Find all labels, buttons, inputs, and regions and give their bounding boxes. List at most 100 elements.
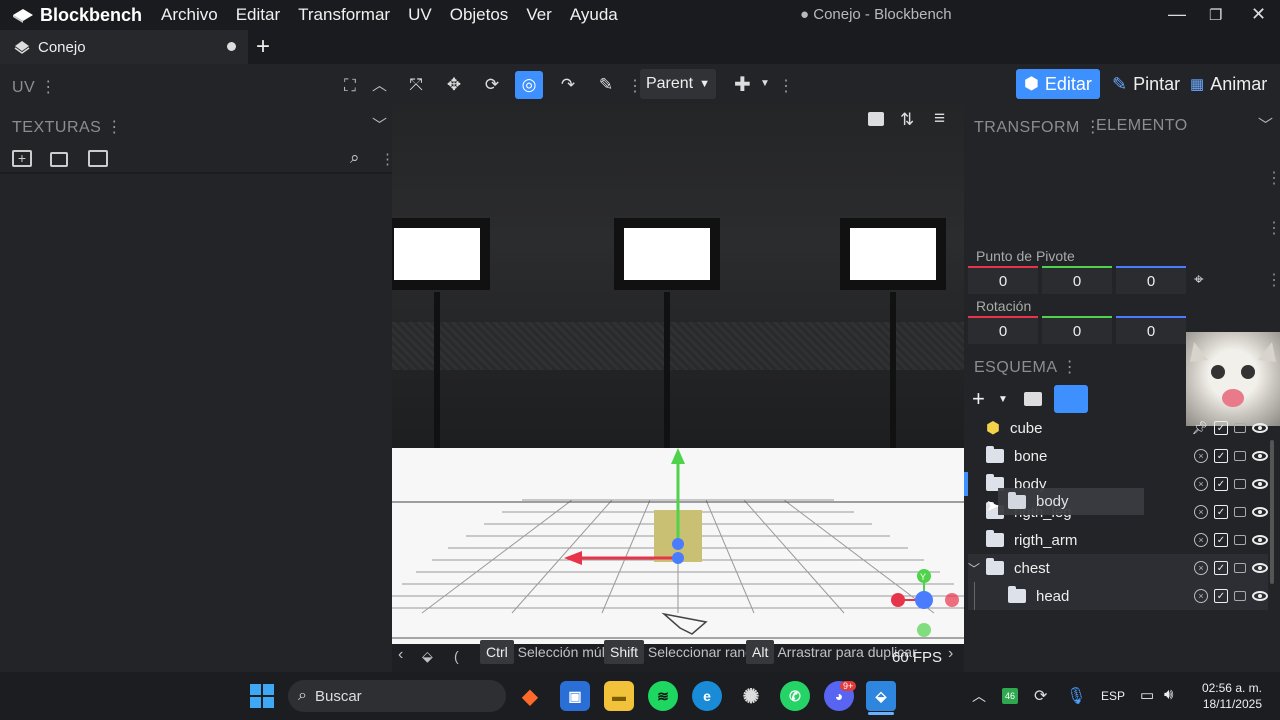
- visibility-checkbox[interactable]: ✓: [1214, 449, 1228, 463]
- mode-edit-button[interactable]: ⬢ Editar: [1016, 69, 1100, 99]
- element-panel-title[interactable]: ELEMENTO: [1096, 117, 1188, 135]
- add-group-icon[interactable]: +: [972, 386, 985, 412]
- eye-icon[interactable]: [1252, 563, 1268, 573]
- tray-overflow-icon[interactable]: ︿: [972, 686, 986, 706]
- volume-icon[interactable]: 🔊︎: [1164, 686, 1173, 703]
- whatsapp-icon[interactable]: ✆: [780, 681, 810, 711]
- chatgpt-icon[interactable]: ✺: [736, 681, 766, 711]
- export-toggle-icon[interactable]: ×: [1194, 561, 1208, 575]
- blockbench-taskbar-icon[interactable]: ⬙: [866, 681, 896, 711]
- eye-icon[interactable]: [1252, 507, 1268, 517]
- more-options-icon[interactable]: ⋮: [1266, 270, 1280, 290]
- chevron-down-icon[interactable]: ﹀: [1258, 114, 1273, 135]
- menu-ver[interactable]: Ver: [517, 5, 561, 25]
- network-icon[interactable]: ▭: [1140, 686, 1154, 704]
- toolbar-more-icon-2[interactable]: ⋮: [778, 76, 794, 96]
- add-folder-icon[interactable]: [1024, 392, 1042, 406]
- lock-icon[interactable]: [1234, 451, 1246, 461]
- visibility-checkbox[interactable]: ✓: [1214, 477, 1228, 491]
- tab-conejo[interactable]: Conejo: [0, 30, 248, 64]
- search-icon[interactable]: ⌕: [350, 148, 360, 168]
- move-tool-icon[interactable]: ✥: [440, 71, 468, 99]
- rotation-x-input[interactable]: 0: [968, 316, 1038, 344]
- mode-animate-button[interactable]: ▦ Animar: [1182, 69, 1275, 99]
- view-settings-icon[interactable]: ⇅: [900, 110, 914, 130]
- visibility-checkbox[interactable]: ✓: [1214, 421, 1228, 435]
- add-dropdown-icon[interactable]: ▼: [998, 394, 1008, 405]
- center-pivot-icon[interactable]: ⌖: [1194, 270, 1204, 290]
- minimize-button[interactable]: —: [1168, 4, 1186, 25]
- fullscreen-icon[interactable]: ⛶: [344, 76, 356, 96]
- windows-start-icon[interactable]: [250, 684, 274, 708]
- sync-tray-icon[interactable]: ⟳: [1034, 686, 1047, 706]
- new-tab-icon[interactable]: +: [256, 33, 270, 61]
- spotify-icon[interactable]: ≋: [648, 681, 678, 711]
- unsaved-dot-icon[interactable]: [227, 42, 236, 51]
- transform-space-dropdown[interactable]: Parent ▼: [640, 69, 716, 99]
- eye-icon[interactable]: [1252, 423, 1268, 433]
- export-toggle-icon[interactable]: ×: [1194, 533, 1208, 547]
- restore-button[interactable]: ❐: [1209, 6, 1222, 24]
- lock-icon[interactable]: [1234, 591, 1246, 601]
- visibility-checkbox[interactable]: ✓: [1214, 505, 1228, 519]
- eye-icon[interactable]: [1252, 591, 1268, 601]
- brave-browser-icon[interactable]: ◆: [515, 681, 545, 711]
- eye-icon[interactable]: [1252, 451, 1268, 461]
- lock-icon[interactable]: [1234, 535, 1246, 545]
- mode-paint-button[interactable]: ✎ Pintar: [1104, 69, 1188, 99]
- rotation-y-input[interactable]: 0: [1042, 316, 1112, 344]
- import-texture-icon[interactable]: [50, 152, 68, 167]
- chevron-left-icon[interactable]: ‹: [398, 646, 403, 664]
- collapse-all-icon[interactable]: [1054, 385, 1088, 413]
- viewport-menu-icon[interactable]: ≡: [934, 108, 945, 130]
- pin-icon[interactable]: 📌︎: [1191, 420, 1208, 436]
- lock-icon[interactable]: [1234, 479, 1246, 489]
- pivot-y-input[interactable]: 0: [1042, 266, 1112, 294]
- transform-panel-title[interactable]: TRANSFORM ⋮: [974, 117, 1101, 137]
- close-window-button[interactable]: ✕: [1251, 4, 1266, 25]
- outliner-item-cube[interactable]: ⬢ cube 📌︎ ✓: [968, 414, 1268, 442]
- rotation-z-input[interactable]: 0: [1116, 316, 1186, 344]
- clock[interactable]: 02:56 a. m. 18/11/2025: [1196, 681, 1262, 711]
- move-pivot-tool-icon[interactable]: ⤧: [402, 71, 430, 99]
- collapse-down-icon[interactable]: ﹀: [372, 114, 387, 135]
- outliner-item-rigth-arm[interactable]: rigth_arm × ✓: [968, 526, 1268, 554]
- add-texture-icon[interactable]: +: [12, 150, 32, 167]
- 3d-viewport[interactable]: Y ⇅ ≡: [392, 104, 964, 644]
- collapse-up-icon[interactable]: ︿: [372, 74, 387, 95]
- export-toggle-icon[interactable]: ×: [1194, 449, 1208, 463]
- export-toggle-icon[interactable]: ×: [1194, 589, 1208, 603]
- crosshair-dropdown-icon[interactable]: ▼: [760, 78, 770, 89]
- expand-chevron-icon[interactable]: ﹀: [968, 560, 986, 577]
- visibility-checkbox[interactable]: ✓: [1214, 589, 1228, 603]
- eye-icon[interactable]: [1252, 479, 1268, 489]
- export-toggle-icon[interactable]: ×: [1194, 505, 1208, 519]
- menu-archivo[interactable]: Archivo: [152, 5, 227, 25]
- eye-icon[interactable]: [1252, 535, 1268, 545]
- more-options-icon[interactable]: ⋮: [1266, 168, 1280, 188]
- lock-icon[interactable]: [1234, 423, 1246, 433]
- pivot-x-input[interactable]: 0: [968, 266, 1038, 294]
- outliner-item-head[interactable]: head × ✓: [968, 582, 1268, 610]
- visibility-checkbox[interactable]: ✓: [1214, 533, 1228, 547]
- texture-gallery-icon[interactable]: [88, 150, 108, 167]
- menu-editar[interactable]: Editar: [227, 5, 289, 25]
- menu-objetos[interactable]: Objetos: [441, 5, 518, 25]
- outliner-item-bone[interactable]: bone × ✓: [968, 442, 1268, 470]
- pivot-z-input[interactable]: 0: [1116, 266, 1186, 294]
- file-explorer-icon[interactable]: ▬: [604, 681, 634, 711]
- microphone-tray-icon[interactable]: 🎙︎: [1066, 686, 1086, 706]
- rotate-tool-icon[interactable]: ⟳: [478, 71, 506, 99]
- taskbar-search[interactable]: ⌕ Buscar: [288, 680, 506, 712]
- menu-uv[interactable]: UV: [399, 5, 441, 25]
- menu-ayuda[interactable]: Ayuda: [561, 5, 627, 25]
- export-toggle-icon[interactable]: ×: [1194, 477, 1208, 491]
- chevron-right-icon[interactable]: ›: [948, 645, 953, 663]
- lock-icon[interactable]: [1234, 563, 1246, 573]
- brush-tool-icon[interactable]: ✎: [592, 71, 620, 99]
- outliner-item-chest[interactable]: ﹀ chest × ✓: [968, 554, 1268, 582]
- more-options-icon[interactable]: ⋮: [1266, 218, 1280, 238]
- language-indicator[interactable]: ESP: [1101, 689, 1125, 703]
- nvidia-tray-icon[interactable]: 46: [1002, 688, 1018, 704]
- pivot-tool-icon[interactable]: ◎: [515, 71, 543, 99]
